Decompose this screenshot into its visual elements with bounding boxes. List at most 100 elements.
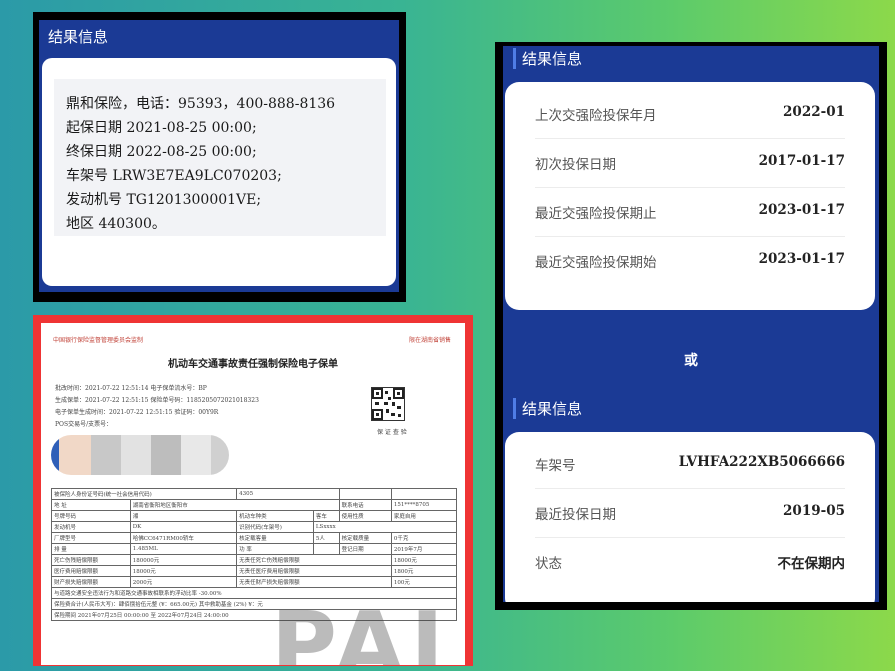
result-row: 车架号 LVHFA222XB5066666 bbox=[535, 440, 845, 489]
result-row: 最近交强险投保期止 2023-01-17 bbox=[535, 188, 845, 237]
table-cell: 151****8705 bbox=[390, 499, 458, 511]
policy-document: 中国银行保险监督管理委员会监制 限在湖南省销售 机动车交通事故责任强制保险电子保… bbox=[41, 323, 465, 665]
table-cell: 核定载客量 bbox=[236, 532, 314, 544]
table-cell: 无责任医疗费用赔偿限额 bbox=[236, 565, 392, 577]
info-line-engine: 发动机号 TG1201300001VE; bbox=[66, 192, 262, 208]
table-cell: 被保险人身份证号码(统一社会信用代码) bbox=[50, 488, 238, 500]
table-row: 财产损失赔偿限额 2000元 无责任财产损失赔偿限额 100元 bbox=[51, 576, 458, 588]
table-cell: 财产损失赔偿限额 bbox=[51, 576, 131, 588]
table-cell: 家庭自用 bbox=[390, 510, 458, 522]
result-row: 最近投保日期 2019-05 bbox=[535, 489, 845, 538]
table-cell: 号牌号码 bbox=[51, 510, 131, 522]
table-cell: 功 率 bbox=[236, 543, 314, 555]
table-row: 厂牌型号 哈佛CC6471RM00轿车 核定载客量 5人 核定载质量 0千克 bbox=[51, 532, 458, 544]
top-left-result-card: 鼎和保险，电话：95393，400-888-8136 起保日期 2021-08-… bbox=[42, 58, 396, 286]
policy-document-panel: 中国银行保险监督管理委员会监制 限在湖南省销售 机动车交通事故责任强制保险电子保… bbox=[33, 315, 473, 666]
table-cell bbox=[390, 488, 458, 500]
right-result-panel: 结果信息 上次交强险投保年月 2022-01 初次投保日期 2017-01-17… bbox=[495, 42, 887, 610]
row-value: 2023-01-17 bbox=[758, 202, 845, 218]
doc-watermark: PAI bbox=[271, 593, 450, 665]
result-row: 上次交强险投保年月 2022-01 bbox=[535, 90, 845, 139]
table-cell: 排 量 bbox=[51, 543, 131, 555]
table-row: 死亡伤残赔偿限额 180000元 无责任死亡伤残赔偿限额 18000元 bbox=[51, 554, 458, 566]
row-label: 状态 bbox=[535, 556, 562, 572]
table-cell: 1.485ML bbox=[129, 543, 238, 555]
or-separator: 或 bbox=[684, 353, 698, 369]
insurance-info-note: 鼎和保险，电话：95393，400-888-8136 起保日期 2021-08-… bbox=[54, 79, 386, 236]
row-value: 2022-01 bbox=[783, 104, 845, 120]
table-cell: 100元 bbox=[390, 576, 458, 588]
doc-meta-line: 批改时间：2021-07-22 12:51:14 电子保单流水号：BP bbox=[55, 385, 207, 392]
info-line-insurer: 鼎和保险，电话：95393，400-888-8136 bbox=[66, 96, 336, 112]
row-label: 最近交强险投保期止 bbox=[535, 206, 657, 222]
table-cell: 180000元 bbox=[129, 554, 238, 566]
table-cell: 无责任死亡伤残赔偿限额 bbox=[236, 554, 392, 566]
table-cell: 厂牌型号 bbox=[51, 532, 131, 544]
table-cell: 机动车种类 bbox=[236, 510, 314, 522]
table-cell: LSxxxx bbox=[312, 521, 458, 533]
table-cell: 地 址 bbox=[51, 499, 131, 511]
table-cell: DK bbox=[129, 521, 238, 533]
right-result-screen: 结果信息 上次交强险投保年月 2022-01 初次投保日期 2017-01-17… bbox=[503, 46, 879, 602]
table-cell: 医疗费用赔偿限额 bbox=[51, 565, 131, 577]
row-value: 不在保期内 bbox=[777, 556, 846, 572]
info-line-start-date: 起保日期 2021-08-25 00:00; bbox=[66, 120, 257, 136]
table-row: 发动机号 DK 识别代码(车架号) LSxxxx bbox=[51, 521, 458, 533]
table-row: 地 址 湖南省衡阳地区衡阳市 联系电话 151****8705 bbox=[51, 499, 458, 511]
row-value: 2019-05 bbox=[783, 503, 845, 519]
row-label: 上次交强险投保年月 bbox=[535, 108, 657, 124]
doc-title: 机动车交通事故责任强制保险电子保单 bbox=[168, 359, 338, 370]
table-row: 排 量 1.485ML 功 率 登记日期 2019年7月 bbox=[51, 543, 458, 555]
table-cell: 识别代码(车架号) bbox=[236, 521, 314, 533]
right-title-2: 结果信息 bbox=[513, 398, 582, 419]
row-label: 初次投保日期 bbox=[535, 157, 616, 173]
table-cell: 2019年7月 bbox=[390, 543, 458, 555]
doc-header-right: 限在湖南省销售 bbox=[408, 337, 451, 344]
result-row: 状态 不在保期内 bbox=[535, 538, 845, 586]
top-left-result-screen: 结果信息 鼎和保险，电话：95393，400-888-8136 起保日期 202… bbox=[39, 20, 399, 292]
top-left-title: 结果信息 bbox=[48, 28, 109, 46]
table-row: 被保险人身份证号码(统一社会信用代码) 4305 bbox=[50, 488, 458, 500]
table-cell bbox=[312, 543, 340, 555]
table-row: 医疗费用赔偿限额 18000元 无责任医疗费用赔偿限额 1800元 bbox=[51, 565, 458, 577]
table-cell: 湘 bbox=[129, 510, 238, 522]
table-cell: 1800元 bbox=[390, 565, 458, 577]
table-row: 号牌号码 湘 机动车种类 客车 使用性质 家庭自用 bbox=[51, 510, 458, 522]
table-cell: 哈佛CC6471RM00轿车 bbox=[129, 532, 238, 544]
blurred-redaction bbox=[51, 435, 229, 475]
result-row: 最近交强险投保期始 2023-01-17 bbox=[535, 237, 845, 285]
doc-meta-line: 电子保单生成时间：2021-07-22 12:51:15 验证码：00Y9R bbox=[55, 409, 219, 416]
table-cell: 登记日期 bbox=[338, 543, 392, 555]
right-title-1: 结果信息 bbox=[513, 48, 582, 69]
doc-meta-line: 生成保单：2021-07-22 12:51:15 保险单号码：118520507… bbox=[55, 397, 259, 404]
doc-header-left: 中国银行保险监督管理委员会监制 bbox=[53, 337, 144, 344]
result-card-1: 上次交强险投保年月 2022-01 初次投保日期 2017-01-17 最近交强… bbox=[505, 82, 875, 310]
doc-stamp-text: 保 证 查 验 bbox=[377, 429, 407, 436]
table-cell: 使用性质 bbox=[338, 510, 392, 522]
table-cell: 4305 bbox=[236, 488, 340, 500]
table-cell bbox=[338, 488, 392, 500]
row-value: 2017-01-17 bbox=[758, 153, 845, 169]
table-cell: 无责任财产损失赔偿限额 bbox=[236, 576, 392, 588]
table-cell: 核定载质量 bbox=[338, 532, 392, 544]
row-label: 最近投保日期 bbox=[535, 507, 616, 523]
qr-code-icon bbox=[371, 387, 405, 421]
row-label: 车架号 bbox=[535, 458, 576, 474]
info-line-region: 地区 440300。 bbox=[66, 216, 166, 232]
table-cell: 18000元 bbox=[390, 554, 458, 566]
doc-meta-line: POS交易号/支票号： bbox=[55, 421, 113, 428]
table-cell: 联系电话 bbox=[338, 499, 392, 511]
row-label: 最近交强险投保期始 bbox=[535, 255, 657, 271]
table-cell: 2000元 bbox=[129, 576, 238, 588]
row-value: LVHFA222XB5066666 bbox=[678, 454, 845, 470]
table-cell: 18000元 bbox=[129, 565, 238, 577]
table-cell: 死亡伤残赔偿限额 bbox=[51, 554, 131, 566]
result-row: 初次投保日期 2017-01-17 bbox=[535, 139, 845, 188]
table-cell: 客车 bbox=[312, 510, 340, 522]
table-cell: 5人 bbox=[312, 532, 340, 544]
info-line-end-date: 终保日期 2022-08-25 00:00; bbox=[66, 144, 257, 160]
result-card-2: 车架号 LVHFA222XB5066666 最近投保日期 2019-05 状态 … bbox=[505, 432, 875, 602]
table-cell: 0千克 bbox=[390, 532, 458, 544]
table-cell: 湖南省衡阳地区衡阳市 bbox=[129, 499, 340, 511]
info-line-vin: 车架号 LRW3E7EA9LC070203; bbox=[66, 168, 282, 184]
